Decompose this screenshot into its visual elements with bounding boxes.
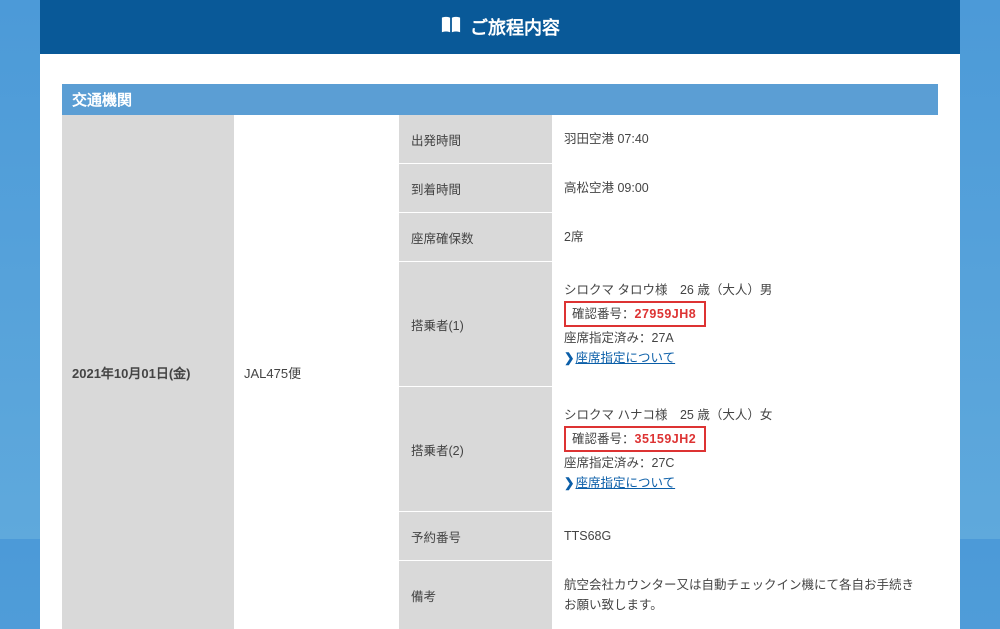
page-title: ご旅程内容 <box>470 14 560 40</box>
section-header-transport: 交通機関 <box>62 84 938 115</box>
content-area: 交通機関 2021年10月01日(金) JAL475便 出発時間 羽田空港 07… <box>40 54 960 629</box>
value-departure: 羽田空港 07:40 <box>552 115 938 163</box>
itinerary-grid: 2021年10月01日(金) JAL475便 出発時間 羽田空港 07:40 到… <box>62 115 938 629</box>
value-notes: 航空会社カウンター又は自動チェックイン機にて各自お手続きお願い致します。 <box>552 561 938 629</box>
row-notes: 備考 航空会社カウンター又は自動チェックイン機にて各自お手続きお願い致します。 <box>399 561 938 629</box>
date-cell: 2021年10月01日(金) <box>62 115 234 629</box>
label-passenger-2: 搭乗者(2) <box>399 387 552 511</box>
value-passenger-2: シロクマ ハナコ様 25 歳（大人）女 確認番号：35159JH2 座席指定済み… <box>552 387 938 511</box>
page-container: ご旅程内容 交通機関 2021年10月01日(金) JAL475便 出発時間 羽… <box>40 0 960 629</box>
row-departure: 出発時間 羽田空港 07:40 <box>399 115 938 164</box>
row-pnr: 予約番号 TTS68G <box>399 512 938 561</box>
passenger-2-name: シロクマ ハナコ様 25 歳（大人）女 <box>564 405 926 425</box>
confirmation-number: 35159JH2 <box>635 432 697 446</box>
passenger-1-seat-link-wrap: ❯座席指定について <box>564 348 926 368</box>
flight-cell: JAL475便 <box>234 115 399 629</box>
seat-info-link[interactable]: 座席指定について <box>575 351 675 365</box>
passenger-2-seat: 座席指定済み：27C <box>564 453 926 473</box>
details-column: 出発時間 羽田空港 07:40 到着時間 高松空港 09:00 座席確保数 2席… <box>399 115 938 629</box>
label-passenger-1: 搭乗者(1) <box>399 262 552 386</box>
row-seat-count: 座席確保数 2席 <box>399 213 938 262</box>
passenger-1-name: シロクマ タロウ様 26 歳（大人）男 <box>564 280 926 300</box>
row-passenger-2: 搭乗者(2) シロクマ ハナコ様 25 歳（大人）女 確認番号：35159JH2… <box>399 387 938 512</box>
book-icon <box>440 15 462 40</box>
chevron-right-icon: ❯ <box>564 476 574 490</box>
value-passenger-1: シロクマ タロウ様 26 歳（大人）男 確認番号：27959JH8 座席指定済み… <box>552 262 938 386</box>
label-pnr: 予約番号 <box>399 512 552 560</box>
seat-info-link[interactable]: 座席指定について <box>575 476 675 490</box>
label-seat-count: 座席確保数 <box>399 213 552 261</box>
chevron-right-icon: ❯ <box>564 351 574 365</box>
confirmation-label: 確認番号： <box>572 432 635 446</box>
passenger-1-seat: 座席指定済み：27A <box>564 328 926 348</box>
value-seat-count: 2席 <box>552 213 938 261</box>
row-arrival: 到着時間 高松空港 09:00 <box>399 164 938 213</box>
confirmation-label: 確認番号： <box>572 307 635 321</box>
page-title-bar: ご旅程内容 <box>40 0 960 54</box>
label-departure: 出発時間 <box>399 115 552 163</box>
passenger-2-seat-link-wrap: ❯座席指定について <box>564 473 926 493</box>
passenger-1-confirmation: 確認番号：27959JH8 <box>564 301 706 327</box>
confirmation-number: 27959JH8 <box>635 307 697 321</box>
value-pnr: TTS68G <box>552 512 938 560</box>
label-notes: 備考 <box>399 561 552 629</box>
value-arrival: 高松空港 09:00 <box>552 164 938 212</box>
passenger-2-confirmation: 確認番号：35159JH2 <box>564 426 706 452</box>
row-passenger-1: 搭乗者(1) シロクマ タロウ様 26 歳（大人）男 確認番号：27959JH8… <box>399 262 938 387</box>
label-arrival: 到着時間 <box>399 164 552 212</box>
